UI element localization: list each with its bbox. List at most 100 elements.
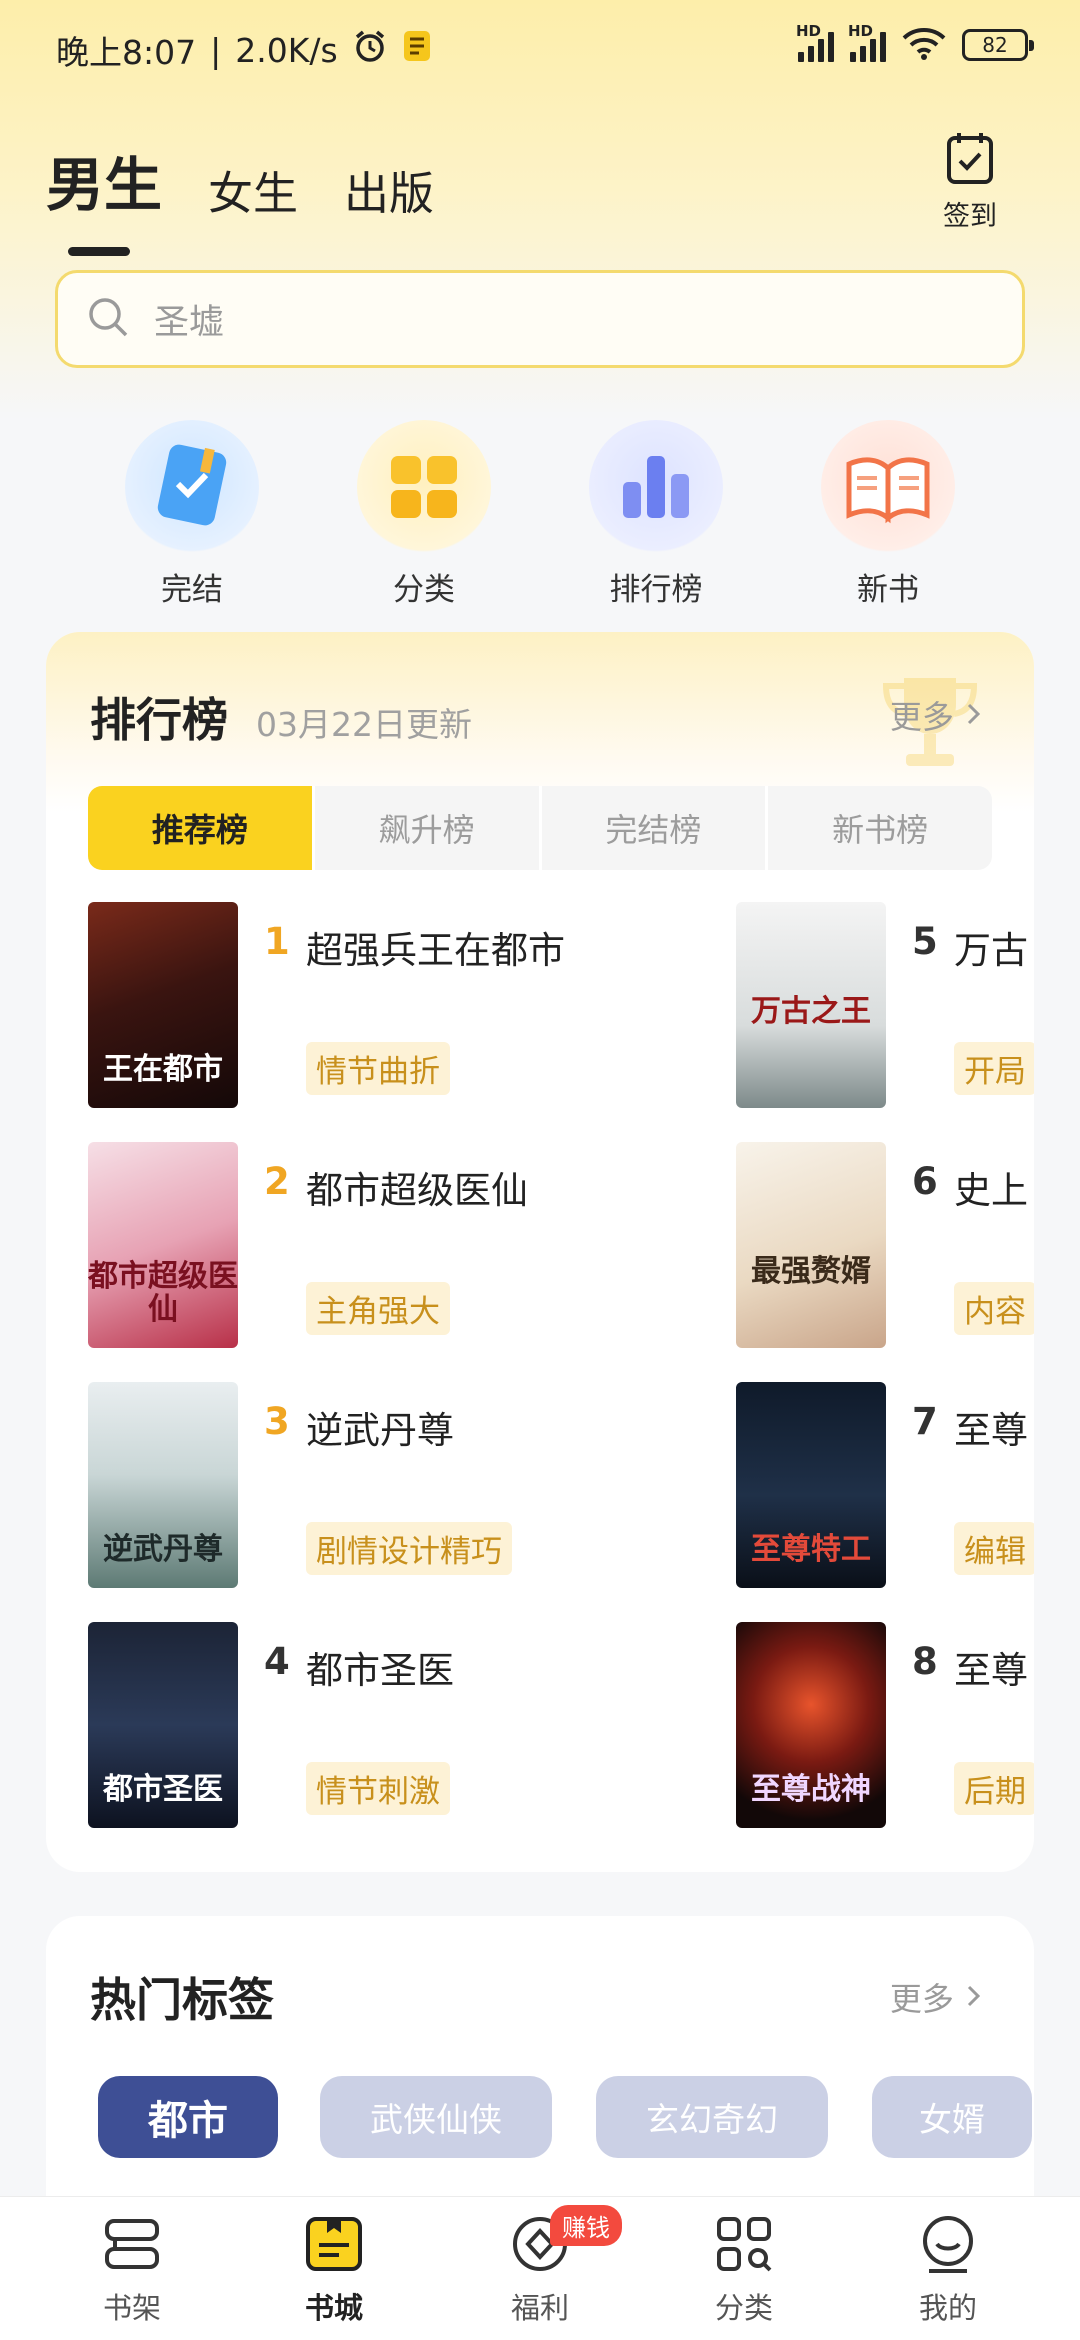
tab-female[interactable]: 女生 [208, 157, 298, 222]
status-right: HD HD 82 [796, 22, 1034, 64]
nav-bookshelf[interactable]: 书架 [72, 2213, 192, 2327]
book-tag: 编辑 [954, 1522, 1034, 1575]
battery-level: 82 [982, 33, 1008, 57]
nav-label: 分类 [714, 2291, 773, 2325]
book-item[interactable]: 万古之王 5 万古 开局 [736, 902, 1034, 1112]
tab-finished[interactable]: 完结榜 [542, 786, 769, 870]
book-tag: 剧情设计精巧 [306, 1522, 512, 1575]
search-placeholder: 圣墟 [154, 302, 225, 343]
book-item[interactable]: 至尊特工 7 至尊 编辑 [736, 1382, 1034, 1592]
book-item[interactable]: 逆武丹尊 3 逆武丹尊 剧情设计精巧 [88, 1382, 648, 1592]
hot-tag[interactable]: 武侠仙侠 [320, 2076, 552, 2158]
nav-label: 书城 [304, 2291, 363, 2325]
nav-welfare[interactable]: 赚钱 福利 [480, 2205, 622, 2327]
chevron-right-icon [964, 698, 984, 736]
signal-icon: HD [796, 22, 834, 62]
checkin-label: 签到 [943, 201, 997, 232]
nav-bookstore[interactable]: 书城 [274, 2213, 394, 2327]
book-cover: 至尊战神 [736, 1622, 886, 1828]
cover-title: 至尊战神 [751, 1772, 871, 1807]
tab-new[interactable]: 新书榜 [768, 786, 992, 870]
battery-icon: 82 [962, 29, 1034, 61]
cover-title: 都市超级医仙 [88, 1259, 238, 1327]
rank-number: 5 [912, 920, 938, 963]
quick-entry-new-books[interactable]: 新书 [798, 420, 978, 609]
quick-entry-label: 排行榜 [609, 572, 703, 608]
ranking-title: 排行榜 [90, 693, 228, 747]
signal-icon: HD [848, 22, 886, 62]
quick-entry-finished[interactable]: 完结 [102, 420, 282, 609]
book-title: 至尊 [954, 1649, 1028, 1692]
rank-number: 2 [264, 1160, 290, 1203]
book-title: 逆武丹尊 [306, 1409, 454, 1452]
book-cover: 逆武丹尊 [88, 1382, 238, 1588]
book-title: 超强兵王在都市 [306, 929, 565, 972]
quick-entry-label: 分类 [393, 572, 455, 608]
more-label: 更多 [889, 1980, 954, 2018]
quick-entry-ranking[interactable]: 排行榜 [566, 420, 746, 609]
open-book-icon [821, 420, 955, 554]
book-tag: 情节刺激 [306, 1762, 450, 1815]
cover-title: 最强赘婿 [751, 1254, 871, 1289]
hot-tags-more-link[interactable]: 更多 [890, 1974, 984, 2020]
book-cover: 王在都市 [88, 902, 238, 1108]
book-cover: 万古之王 [736, 902, 886, 1108]
hot-tag[interactable]: 都市 [98, 2076, 278, 2158]
nav-label: 福利 [510, 2291, 569, 2325]
search-icon [86, 295, 130, 343]
book-title: 至尊 [954, 1409, 1028, 1452]
grid-icon [357, 420, 491, 554]
cover-title: 都市圣医 [103, 1772, 223, 1807]
smile-icon [917, 2216, 979, 2279]
calendar-check-icon [945, 133, 995, 190]
coin-icon [509, 2217, 571, 2279]
ranking-more-link[interactable]: 更多 [890, 692, 984, 738]
bottom-nav: 书架 书城 赚钱 福利 分类 我的 [0, 2196, 1080, 2340]
book-item[interactable]: 至尊战神 8 至尊 后期 [736, 1622, 1034, 1832]
app-notification-icon [402, 29, 432, 71]
book-tag: 主角强大 [306, 1282, 450, 1335]
bookstore-icon [303, 2217, 365, 2279]
rank-number: 3 [264, 1400, 290, 1443]
ranking-tabs: 推荐榜 飙升榜 完结榜 新书榜 [88, 786, 992, 870]
book-check-icon [125, 420, 259, 554]
book-item[interactable]: 都市超级医仙 2 都市超级医仙 主角强大 [88, 1142, 648, 1352]
rank-number: 4 [264, 1640, 290, 1683]
grid-search-icon [713, 2217, 775, 2279]
search-input[interactable]: 圣墟 [55, 270, 1025, 368]
book-title: 史上 [954, 1169, 1028, 1212]
tab-publish[interactable]: 出版 [344, 157, 434, 222]
network-speed: 2.0K/s [235, 30, 338, 70]
checkin-button[interactable]: 签到 [935, 130, 1005, 233]
book-tag: 情节曲折 [306, 1042, 450, 1095]
book-title: 都市圣医 [306, 1649, 454, 1692]
book-cover: 都市圣医 [88, 1622, 238, 1828]
nav-profile[interactable]: 我的 [888, 2213, 1008, 2327]
cover-title: 王在都市 [103, 1052, 223, 1087]
book-cover: 至尊特工 [736, 1382, 886, 1588]
tab-rising[interactable]: 飙升榜 [315, 786, 542, 870]
status-left: 晚上8:07 | 2.0K/s [56, 26, 432, 74]
tab-male[interactable]: 男生 [46, 138, 162, 256]
bar-chart-icon [589, 420, 723, 554]
nav-category[interactable]: 分类 [684, 2213, 804, 2327]
ranking-card: 排行榜 03月22日更新 更多 推荐榜 飙升榜 完结榜 新书榜 王在都市 1 超… [46, 632, 1034, 1872]
book-tag: 开局 [954, 1042, 1034, 1095]
hot-tag[interactable]: 玄幻奇幻 [596, 2076, 828, 2158]
book-tag: 后期 [954, 1762, 1034, 1815]
book-cover: 都市超级医仙 [88, 1142, 238, 1348]
hot-tags-title: 热门标签 [90, 1973, 274, 2027]
book-title: 都市超级医仙 [306, 1169, 528, 1212]
book-cover: 最强赘婿 [736, 1142, 886, 1348]
more-label: 更多 [889, 698, 954, 736]
tab-recommended[interactable]: 推荐榜 [88, 786, 315, 870]
earn-badge: 赚钱 [550, 2205, 622, 2246]
book-item[interactable]: 王在都市 1 超强兵王在都市 情节曲折 [88, 902, 648, 1112]
divider: | [210, 30, 222, 70]
quick-entry-category[interactable]: 分类 [334, 420, 514, 609]
book-tag: 内容 [954, 1282, 1034, 1335]
hot-tag[interactable]: 女婿 [872, 2076, 1032, 2158]
book-item[interactable]: 最强赘婿 6 史上 内容 [736, 1142, 1034, 1352]
book-item[interactable]: 都市圣医 4 都市圣医 情节刺激 [88, 1622, 648, 1832]
status-bar: 晚上8:07 | 2.0K/s HD HD 82 [0, 0, 1080, 96]
